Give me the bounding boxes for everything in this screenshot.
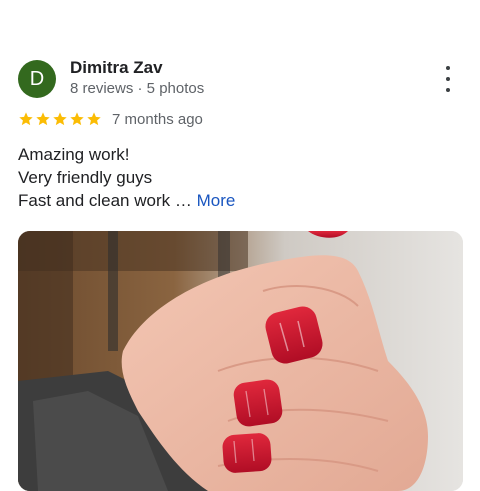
manicure-photo [18,231,463,491]
avatar[interactable]: D [18,60,56,98]
rating-row: 7 months ago [18,109,203,129]
review-time: 7 months ago [112,110,203,128]
review-card: D Dimitra Zav 8 reviews · 5 photos 7 mon… [0,0,480,491]
review-text-line: Fast and clean work … More [18,189,458,212]
review-text-line: Amazing work! [18,145,130,164]
review-text-line: Very friendly guys [18,168,153,187]
more-link[interactable]: More [197,191,236,210]
more-vertical-icon[interactable] [438,66,458,92]
star-icon [87,112,101,126]
review-photo[interactable] [18,231,463,491]
menu-dot [446,88,450,92]
star-icon [53,112,67,126]
menu-dot [446,66,450,70]
ellipsis: … [174,191,192,210]
review-header: D Dimitra Zav 8 reviews · 5 photos [18,58,468,100]
star-icon [70,112,84,126]
author-stats: 8 reviews · 5 photos [70,80,205,97]
star-rating [18,111,102,127]
review-text-line-content: Fast and clean work [18,191,171,210]
author-name[interactable]: Dimitra Zav [70,58,163,78]
review-text: Amazing work! Very friendly guys Fast an… [18,143,458,212]
menu-dot [446,77,450,81]
star-icon [19,112,33,126]
star-icon [36,112,50,126]
